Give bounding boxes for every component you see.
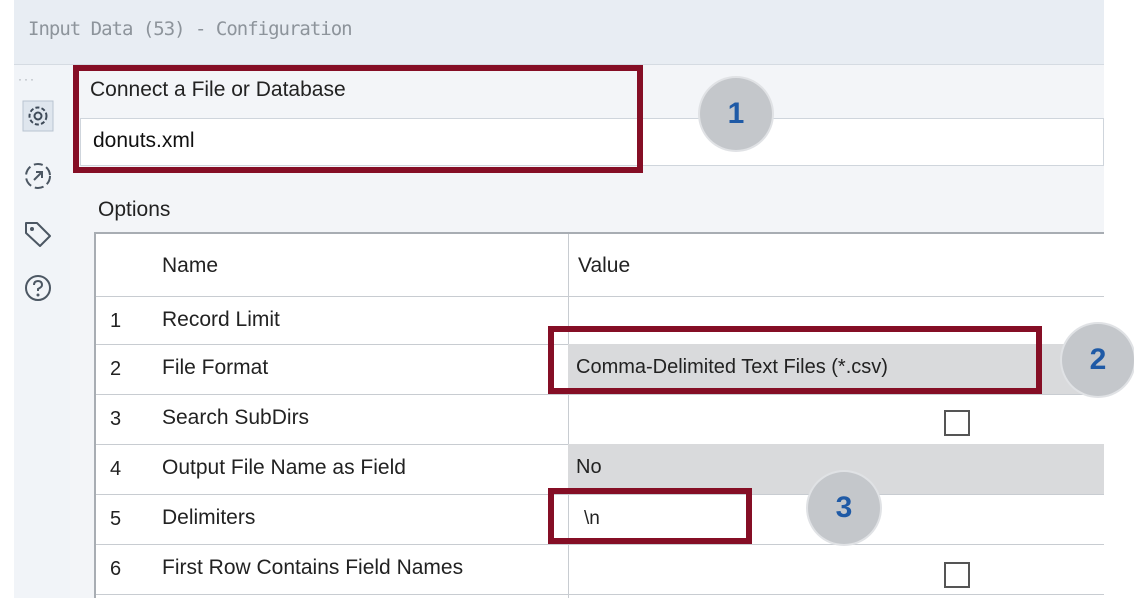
option-name: First Row Contains Field Names: [162, 556, 464, 579]
column-header-value: Value: [578, 254, 631, 277]
callout-badge-3: 3: [808, 472, 880, 544]
row-number: 6: [110, 558, 122, 580]
column-header-name: Name: [162, 254, 219, 277]
sidebar: [14, 65, 71, 598]
option-name: Output File Name as Field: [162, 456, 406, 479]
options-label: Options: [98, 198, 171, 221]
option-name: Search SubDirs: [162, 406, 310, 429]
row-number: 3: [110, 408, 122, 430]
window-title-bar: Input Data (53) - Configuration: [14, 0, 1104, 65]
row-number: 2: [110, 358, 122, 380]
grid-header: Name Value: [96, 234, 1104, 297]
table-row[interactable]: 6 First Row Contains Field Names: [96, 544, 1104, 595]
highlight-box-connect: [73, 65, 643, 173]
tag-icon[interactable]: [22, 218, 54, 250]
callout-badge-1: 1: [700, 78, 772, 150]
gear-icon[interactable]: [22, 100, 54, 132]
option-name: File Format: [162, 356, 269, 379]
more-dots-icon[interactable]: ···: [18, 72, 36, 86]
callout-badge-2: 2: [1062, 324, 1134, 396]
row-number: 4: [110, 458, 122, 480]
option-name: Record Limit: [162, 308, 280, 331]
highlight-box-file-format: [548, 326, 1042, 394]
first-row-field-names-checkbox[interactable]: [944, 562, 970, 588]
help-icon[interactable]: [22, 272, 54, 304]
row-number: 5: [110, 508, 122, 530]
search-subdirs-checkbox[interactable]: [944, 410, 970, 436]
row-number: 1: [110, 310, 122, 332]
option-name: Delimiters: [162, 506, 256, 529]
table-row[interactable]: 3 Search SubDirs: [96, 394, 1104, 445]
window-title: Input Data (53) - Configuration: [28, 18, 353, 40]
share-icon[interactable]: [22, 160, 54, 192]
highlight-box-delimiters: [548, 488, 752, 544]
